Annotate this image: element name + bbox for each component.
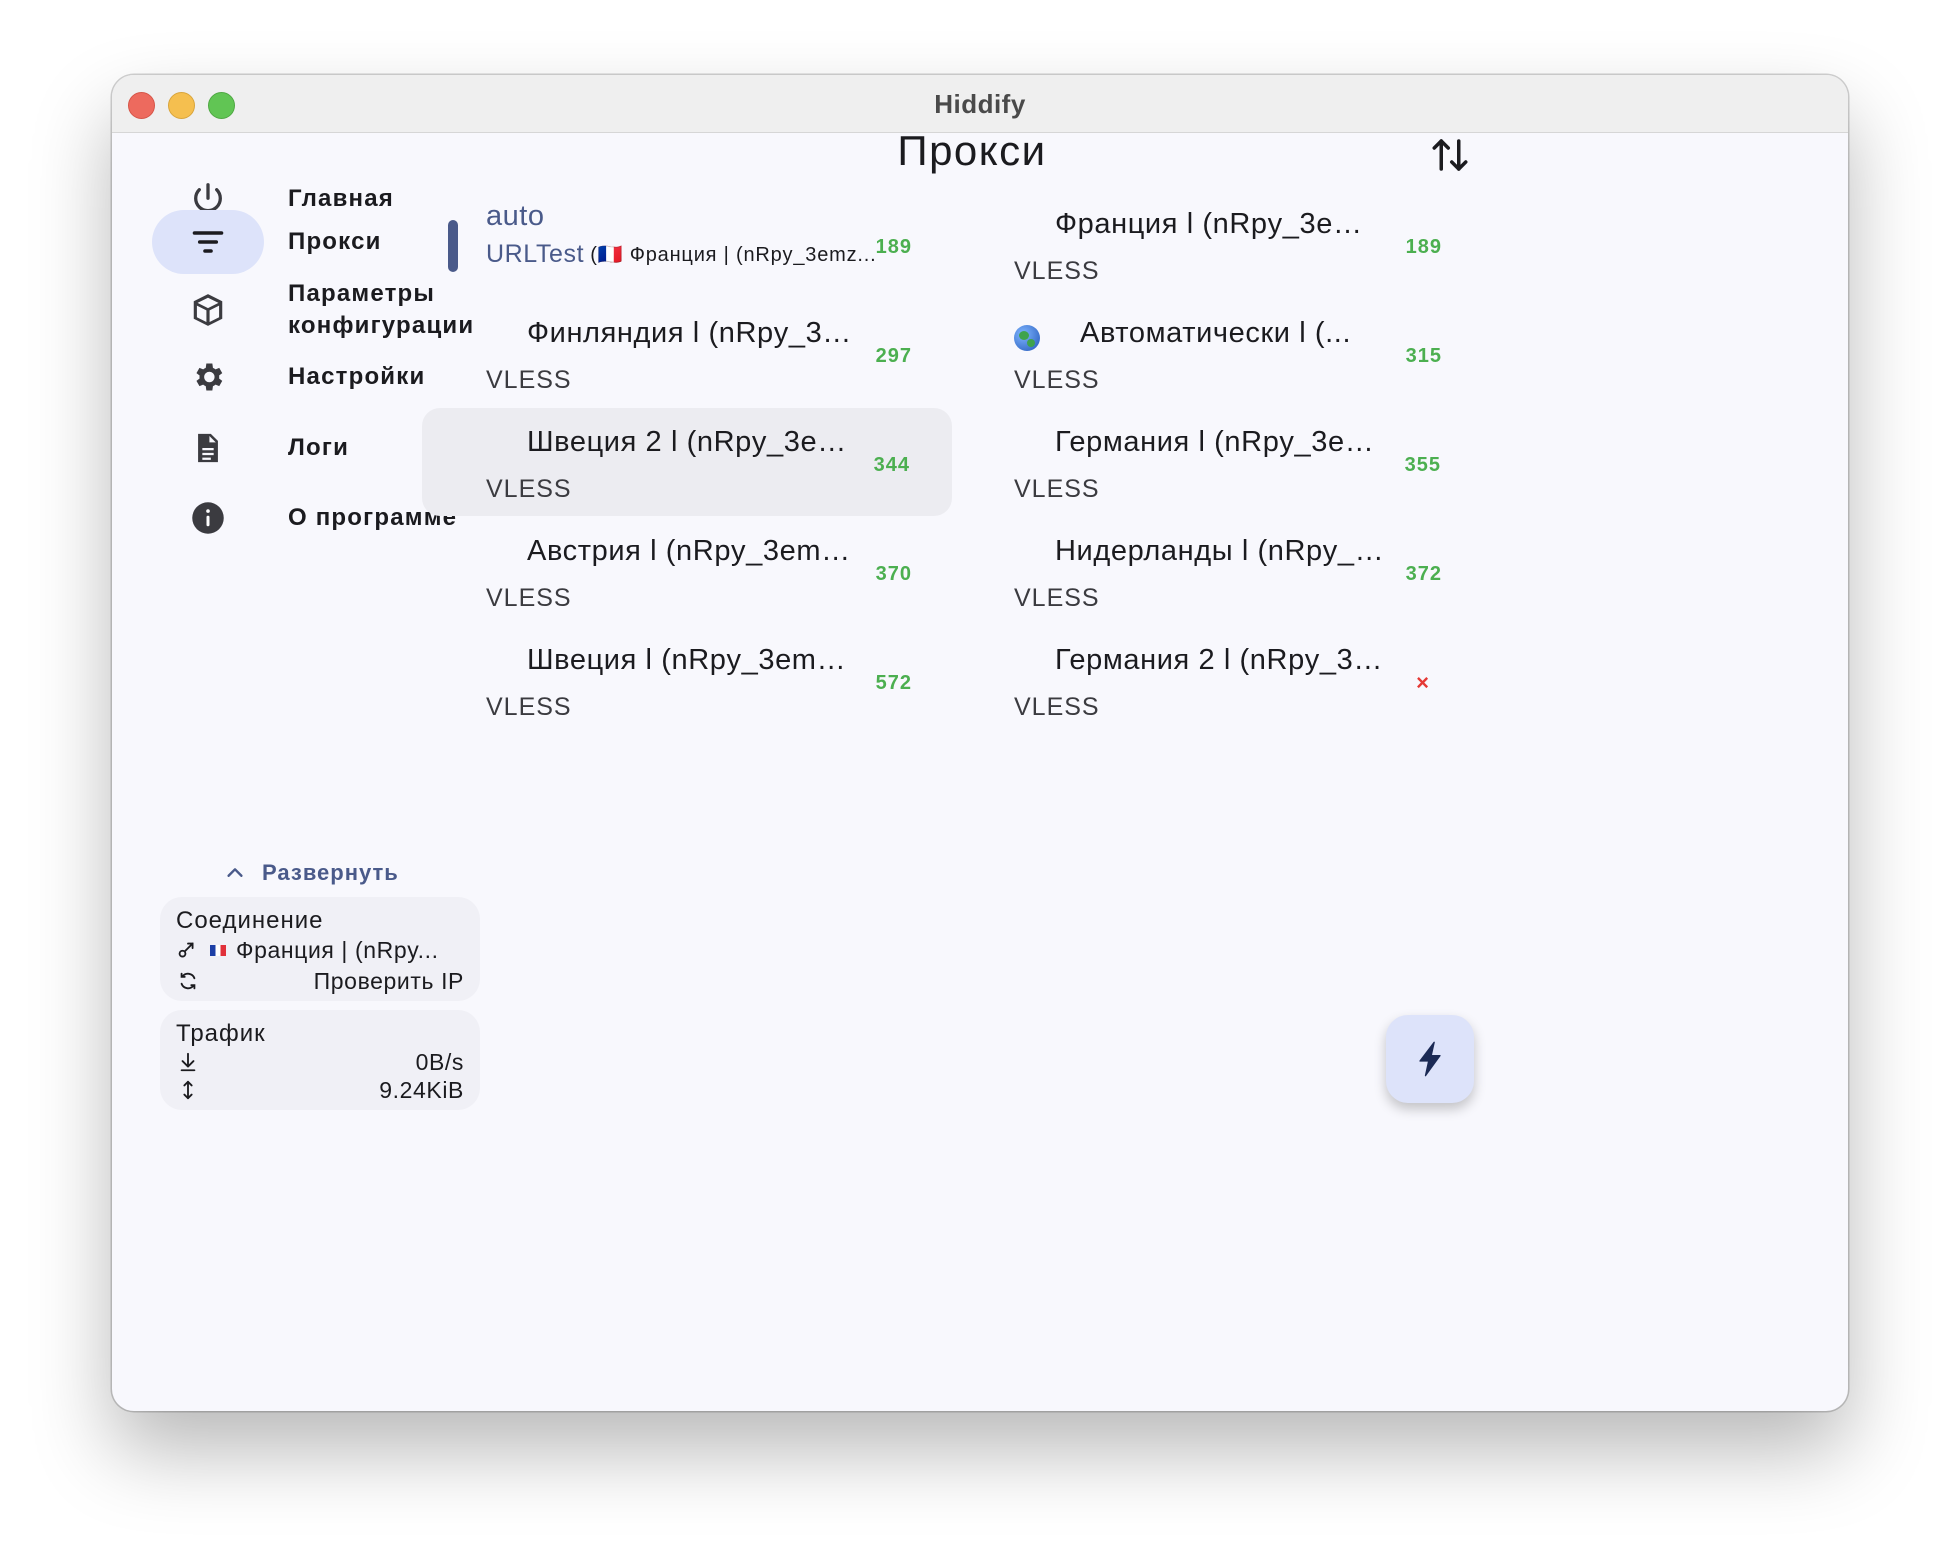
box-icon [152, 278, 264, 342]
proxy-name: Финляндия l (nRpy_3e... [527, 317, 857, 349]
chevron-up-icon [227, 868, 243, 877]
proxy-type: URLTest [486, 240, 585, 268]
proxy-item[interactable]: Автоматически l (... VLESS 315 [950, 299, 1480, 407]
check-ip-button[interactable]: Проверить IP [314, 968, 464, 995]
expand-button[interactable]: Развернуть [224, 855, 399, 891]
proxy-item[interactable]: Швеция l (nRpy_3emz_... VLESS 572 [422, 626, 952, 734]
proxy-name: Нидерланды l (nRpy_3e... [1055, 535, 1385, 567]
app-window: Hiddify Главная Прокси Параметры конфигу… [112, 75, 1848, 1411]
proxy-item[interactable]: Германия 2 l (nRpy_3e... VLESS × [950, 626, 1480, 734]
up-down-arrow-icon [174, 1076, 202, 1104]
test-delay-button[interactable] [1386, 1015, 1474, 1103]
proxy-item[interactable]: Нидерланды l (nRpy_3e... VLESS 372 [950, 517, 1480, 625]
france-flag-icon [210, 944, 226, 956]
proxy-name: Германия l (nRpy_3emz... [1055, 426, 1385, 458]
proxy-item-auto[interactable]: auto URLTest (🇫🇷 Франция | (nRpy_3emz...… [422, 190, 952, 298]
sort-arrows-icon [1432, 139, 1468, 171]
proxy-item[interactable]: Франция l (nRpy_3emz_... VLESS 189 [950, 190, 1480, 298]
traffic-speed: 0B/s [415, 1048, 464, 1075]
proxy-name: Автоматически l (... [1080, 317, 1352, 349]
traffic-total: 9.24KiB [379, 1076, 464, 1103]
title-bar: Hiddify [112, 75, 1848, 133]
proxy-type: VLESS [1014, 475, 1100, 503]
selected-indicator [448, 220, 458, 272]
proxy-type: VLESS [486, 584, 572, 612]
proxy-name: Швеция 2 l (nRpy_3emz... [527, 426, 857, 458]
proxy-name: Франция l (nRpy_3emz_... [1055, 208, 1385, 240]
proxy-item[interactable]: Швеция 2 l (nRpy_3emz... VLESS 344 [422, 408, 952, 516]
proxy-type: VLESS [1014, 693, 1100, 721]
proxy-type: VLESS [486, 366, 572, 394]
proxy-type: VLESS [1014, 257, 1100, 285]
traffic-total-row: 9.24KiB [174, 1074, 464, 1106]
proxy-delay: 297 [875, 345, 912, 367]
check-ip-row[interactable]: Проверить IP [174, 965, 464, 997]
proxy-name: Швеция l (nRpy_3emz_... [527, 644, 857, 676]
proxy-type: VLESS [486, 475, 572, 503]
proxy-item[interactable]: Австрия l (nRpy_3emz_... VLESS 370 [422, 517, 952, 625]
proxy-type: VLESS [1014, 584, 1100, 612]
proxy-subtitle: URLTest (🇫🇷 Франция | (nRpy_3emz... [486, 240, 876, 269]
selected-proxy: (🇫🇷 Франция | (nRpy_3emz... [590, 244, 877, 266]
proxy-delay: 572 [875, 672, 912, 694]
proxy-item[interactable]: Финляндия l (nRpy_3e... VLESS 297 [422, 299, 952, 407]
connection-title: Соединение [176, 907, 324, 934]
proxy-name: Австрия l (nRpy_3emz_... [527, 535, 857, 567]
link-icon [174, 936, 202, 964]
proxy-delay-error: × [1416, 670, 1430, 695]
expand-label: Развернуть [262, 860, 399, 885]
proxy-delay: 370 [875, 563, 912, 585]
nav-label-logs: Логи [288, 434, 350, 461]
current-proxy-row[interactable]: Франция | (nRpy... [174, 934, 464, 966]
proxy-type: VLESS [486, 693, 572, 721]
proxy-delay: 189 [875, 236, 912, 258]
nav-label-settings: Настройки [288, 363, 426, 390]
download-arrow-icon [174, 1048, 202, 1076]
current-proxy-name: Франция | (nRpy... [236, 936, 439, 963]
proxy-delay: 315 [1405, 345, 1442, 367]
traffic-card: Трафик 0B/s 9.24KiB [160, 1010, 480, 1110]
proxy-delay: 355 [1404, 454, 1441, 476]
proxy-name: auto [486, 200, 545, 232]
gear-icon [152, 345, 264, 409]
proxy-delay: 189 [1405, 236, 1442, 258]
proxy-type: VLESS [1014, 366, 1100, 394]
bolt-icon [1419, 1041, 1441, 1077]
document-icon [152, 416, 264, 480]
proxy-delay: 372 [1405, 563, 1442, 585]
refresh-icon [174, 967, 202, 995]
globe-icon [1014, 325, 1040, 351]
proxy-item[interactable]: Германия l (nRpy_3emz... VLESS 355 [950, 408, 1480, 516]
sort-button[interactable] [1422, 127, 1478, 183]
page-title: Прокси [897, 127, 1047, 174]
proxy-delay: 344 [873, 454, 910, 476]
connection-card: Соединение Франция | (nRpy... Проверить … [160, 897, 480, 1001]
proxy-name: Германия 2 l (nRpy_3e... [1055, 644, 1385, 676]
traffic-title: Трафик [176, 1020, 266, 1047]
window-title: Hiddify [934, 89, 1026, 119]
info-icon [152, 486, 264, 550]
